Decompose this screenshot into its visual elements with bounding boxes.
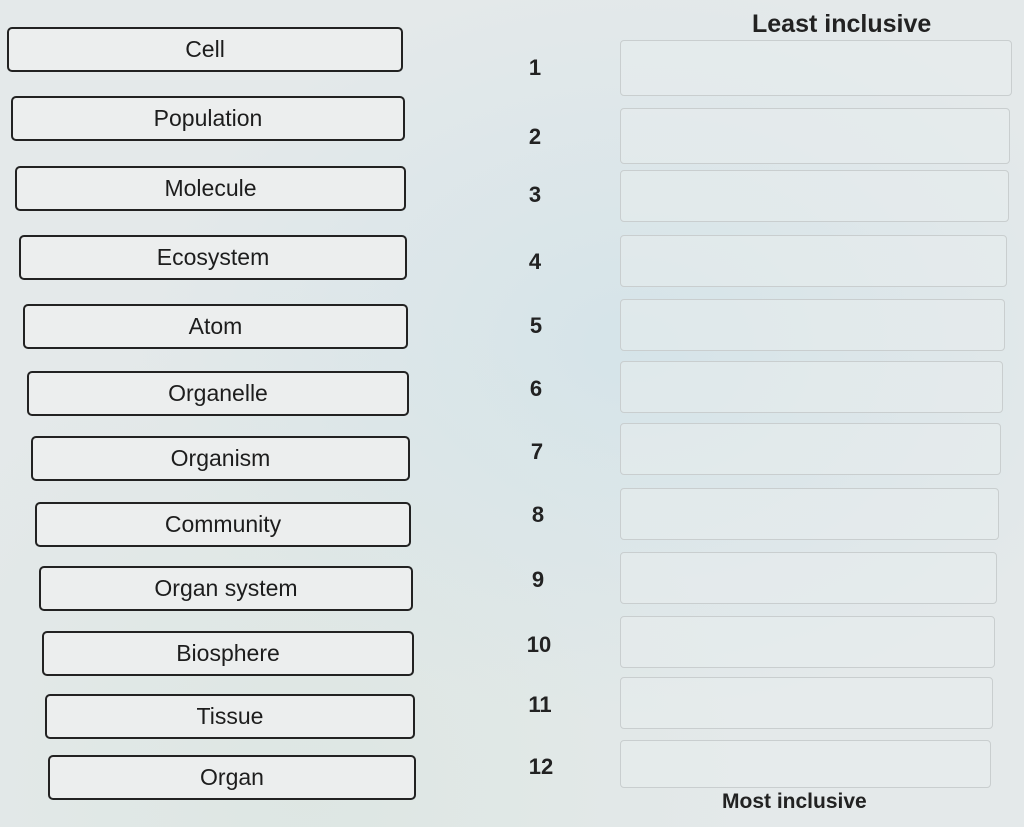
term-card-molecule[interactable]: Molecule bbox=[15, 166, 406, 211]
slot-number: 1 bbox=[528, 55, 542, 80]
slot-number: 7 bbox=[530, 439, 544, 464]
term-card-biosphere[interactable]: Biosphere bbox=[42, 631, 414, 676]
slot-number: 3 bbox=[528, 182, 542, 207]
slot-number: 10 bbox=[526, 632, 552, 657]
slot-number: 12 bbox=[528, 754, 554, 779]
slot-number: 8 bbox=[531, 502, 545, 527]
slot-number: 5 bbox=[529, 313, 543, 338]
drop-slot-8[interactable] bbox=[620, 488, 999, 540]
drop-slot-6[interactable] bbox=[620, 361, 1003, 413]
drop-slot-4[interactable] bbox=[620, 235, 1007, 287]
term-card-tissue[interactable]: Tissue bbox=[45, 694, 415, 739]
drop-slot-10[interactable] bbox=[620, 616, 995, 668]
slot-number: 11 bbox=[528, 692, 552, 717]
slot-number: 6 bbox=[529, 376, 543, 401]
drop-slot-11[interactable] bbox=[620, 677, 993, 729]
drop-slot-7[interactable] bbox=[620, 423, 1001, 475]
drop-slot-12[interactable] bbox=[620, 740, 991, 788]
term-card-organism[interactable]: Organism bbox=[31, 436, 410, 481]
term-card-atom[interactable]: Atom bbox=[23, 304, 408, 349]
term-card-population[interactable]: Population bbox=[11, 96, 405, 141]
term-card-organ-system[interactable]: Organ system bbox=[39, 566, 413, 611]
most-inclusive-label: Most inclusive bbox=[722, 790, 867, 813]
term-card-organ[interactable]: Organ bbox=[48, 755, 416, 800]
slot-number: 2 bbox=[528, 124, 542, 149]
drop-slot-3[interactable] bbox=[620, 170, 1009, 222]
drop-slot-1[interactable] bbox=[620, 40, 1012, 96]
least-inclusive-label: Least inclusive bbox=[752, 10, 932, 38]
term-card-community[interactable]: Community bbox=[35, 502, 411, 547]
term-card-organelle[interactable]: Organelle bbox=[27, 371, 409, 416]
slot-number: 9 bbox=[531, 567, 545, 592]
term-card-cell[interactable]: Cell bbox=[7, 27, 403, 72]
drop-slot-5[interactable] bbox=[620, 299, 1005, 351]
slot-number: 4 bbox=[528, 249, 542, 274]
drop-slot-9[interactable] bbox=[620, 552, 997, 604]
term-card-ecosystem[interactable]: Ecosystem bbox=[19, 235, 407, 280]
drop-slot-2[interactable] bbox=[620, 108, 1010, 164]
